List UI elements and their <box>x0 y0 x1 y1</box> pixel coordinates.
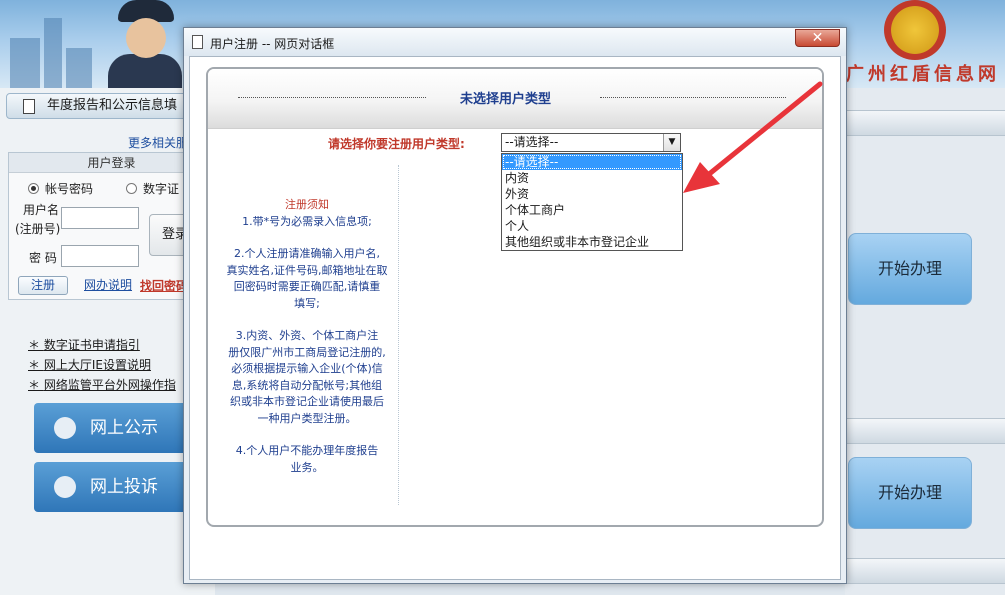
pen-icon <box>54 476 76 498</box>
radio-digital-cert[interactable]: 数字证 <box>126 180 179 197</box>
registration-frame: 未选择用户类型 请选择你要注册用户类型: --请选择-- ▼ --请选择-- 内… <box>206 67 824 527</box>
building-graphic <box>66 48 92 88</box>
header-divider <box>238 97 426 98</box>
help-link[interactable]: 网办说明 <box>84 276 132 293</box>
find-password-link[interactable]: 找回密码 <box>140 277 188 294</box>
start-button-2[interactable]: 开始办理 <box>848 457 972 529</box>
radio-selected-icon <box>28 183 39 194</box>
radio-empty-icon <box>126 183 137 194</box>
notice-line: 业务。 <box>290 460 324 474</box>
speaker-icon <box>54 417 76 439</box>
username-label: 用户名 <box>23 203 60 217</box>
radio-account-password[interactable]: 帐号密码 <box>28 180 93 197</box>
password-input[interactable] <box>61 245 139 267</box>
header-divider <box>600 97 786 98</box>
register-button[interactable]: 注册 <box>18 276 68 295</box>
user-type-dropdown: --请选择-- 内资 外资 个体工商户 个人 其他组织或非本市登记企业 <box>501 153 683 251</box>
frame-header: 未选择用户类型 <box>208 69 822 129</box>
building-graphic <box>10 38 40 88</box>
panel-header-band <box>845 110 1005 136</box>
username-sublabel: (注册号) <box>15 222 61 236</box>
dialog-title: 用户注册 -- 网页对话框 <box>210 37 335 51</box>
more-services-link[interactable]: 更多相关服 <box>128 134 188 151</box>
notice-line: 一种用户类型注册。 <box>257 411 357 425</box>
notice-line: 真实姓名,证件号码,邮箱地址在取 <box>226 263 388 277</box>
notice-line: 息,系统将自动分配帐号;其他组 <box>231 378 383 392</box>
dropdown-option[interactable]: 外资 <box>502 186 682 202</box>
close-button[interactable]: ✕ <box>795 29 840 47</box>
frame-title: 未选择用户类型 <box>460 92 552 107</box>
dropdown-option[interactable]: 个人 <box>502 218 682 234</box>
chevron-down-icon[interactable]: ▼ <box>663 134 680 151</box>
username-input[interactable] <box>61 207 139 229</box>
document-icon <box>23 99 35 114</box>
guide-link-cert[interactable]: ＊ 数字证书申请指引 <box>28 336 140 353</box>
dropdown-option[interactable]: 个体工商户 <box>502 202 682 218</box>
notice-line: 2.个人注册请准确输入用户名, <box>234 247 380 260</box>
dropdown-option[interactable]: --请选择-- <box>502 154 682 170</box>
notice-title: 注册须知 <box>285 198 329 211</box>
dialog-titlebar[interactable]: 用户注册 -- 网页对话框 ✕ <box>184 28 846 56</box>
panel-header-band <box>845 558 1005 584</box>
notice-line: 织或非本市登记企业请使用最后 <box>230 395 384 408</box>
dropdown-option[interactable]: 其他组织或非本市登记企业 <box>502 234 682 250</box>
start-button-1[interactable]: 开始办理 <box>848 233 972 305</box>
notice-line: 回密码时需要正确匹配,请慎重 <box>233 280 381 293</box>
registration-notice: 注册须知 1.带*号为必需录入信息项; 2.个人注册请准确输入用户名, 真实姓名… <box>216 197 398 476</box>
notice-line: 1.带*号为必需录入信息项; <box>242 214 372 228</box>
dropdown-option[interactable]: 内资 <box>502 170 682 186</box>
officer-image <box>108 0 182 88</box>
guide-link-platform[interactable]: ＊ 网络监管平台外网操作指 <box>28 376 176 393</box>
registration-dialog: 用户注册 -- 网页对话框 ✕ 未选择用户类型 请选择你要注册用户类型: --请… <box>183 27 847 584</box>
notice-line: 3.内资、外资、个体工商户注 <box>235 329 379 342</box>
notice-line: 册仅限广州市工商局登记注册的, <box>228 345 386 359</box>
notice-line: 必须根据提示输入企业(个体)信 <box>231 362 383 375</box>
panel-header-band <box>845 418 1005 444</box>
site-name: 广州红盾信息网 <box>846 64 1000 85</box>
dialog-client-area: 未选择用户类型 请选择你要注册用户类型: --请选择-- ▼ --请选择-- 内… <box>189 56 841 580</box>
guide-link-ie[interactable]: ＊ 网上大厅IE设置说明 <box>28 356 151 373</box>
page-icon <box>192 35 203 49</box>
national-emblem-icon <box>884 0 946 60</box>
notice-line: 填写; <box>294 296 320 310</box>
vertical-divider <box>398 165 399 505</box>
building-graphic <box>44 18 62 88</box>
user-type-select[interactable]: --请选择-- ▼ <box>501 133 681 152</box>
notice-line: 4.个人用户不能办理年度报告 <box>235 444 379 457</box>
user-type-label: 请选择你要注册用户类型: <box>328 137 465 151</box>
password-label: 密 码 <box>29 251 57 265</box>
